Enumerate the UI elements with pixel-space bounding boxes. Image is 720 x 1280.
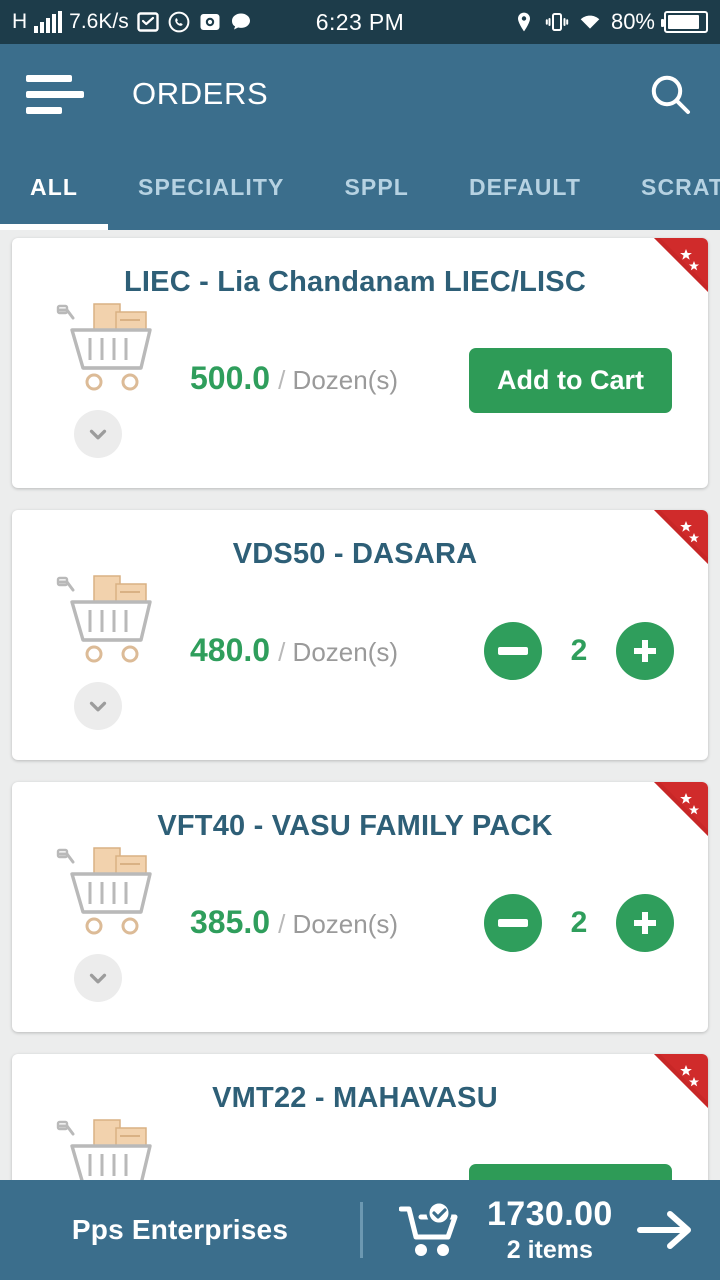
product-title: VDS50 - DASARA	[232, 538, 478, 570]
tab-label: SPECIALITY	[138, 173, 285, 200]
search-icon[interactable]	[646, 70, 694, 118]
increment-quantity-button[interactable]	[616, 622, 674, 680]
unit-separator: /	[278, 909, 286, 939]
tab-label: DEFAULT	[468, 173, 582, 200]
merchant-name: Pps Enterprises	[71, 1214, 289, 1245]
page-title: ORDERS	[132, 76, 269, 111]
product-price: 385.0	[190, 904, 271, 940]
whatsapp-icon	[167, 10, 191, 34]
product-card[interactable]: VFT40 - VASU FAMILY PACK 385.0 / Dozen(s…	[12, 782, 708, 1032]
tab-all[interactable]: ALL	[0, 144, 109, 230]
product-unit: / Dozen(s)	[278, 909, 398, 940]
decrement-quantity-button[interactable]	[484, 894, 542, 952]
tab-scratch[interactable]: SCRATCH	[611, 144, 720, 230]
location-icon	[512, 10, 536, 34]
decrement-quantity-button[interactable]	[484, 622, 542, 680]
cart-total-amount: 1730.00	[487, 1195, 613, 1233]
product-title: VMT22 - MAHAVASU	[212, 1082, 498, 1114]
product-unit: / Dozen(s)	[278, 365, 398, 396]
tab-label: SPPL	[344, 173, 409, 200]
product-card[interactable]: VDS50 - DASARA 480.0 / Dozen(s) 2	[12, 510, 708, 760]
product-title: LIEC - Lia Chandanam LIEC/LISC	[124, 266, 586, 298]
chat-bubble-icon	[229, 10, 253, 34]
status-bar-right: 80%	[512, 9, 708, 35]
quantity-stepper[interactable]: 2	[484, 622, 674, 680]
vibrate-icon	[545, 10, 569, 34]
divider	[360, 1202, 363, 1258]
price-row: 385.0 / Dozen(s)	[190, 904, 398, 941]
cart-check-icon[interactable]	[398, 1200, 461, 1259]
increment-quantity-button[interactable]	[616, 894, 674, 952]
tab-default[interactable]: DEFAULT	[439, 144, 611, 230]
quantity-value: 2	[570, 906, 588, 939]
product-placeholder-cart-icon	[54, 568, 162, 668]
mail-icon	[136, 10, 160, 34]
price-row: 500.0 / Dozen(s)	[190, 360, 398, 397]
arrow-right-icon[interactable]	[636, 1206, 696, 1254]
tab-speciality[interactable]: SPECIALITY	[108, 144, 314, 230]
status-bar: H 7.6K/s 6:23 PM 80%	[0, 0, 720, 44]
status-bar-left: H 7.6K/s	[12, 10, 253, 34]
quantity-value: 2	[570, 634, 588, 667]
unit-separator: /	[278, 365, 286, 395]
price-row: 480.0 / Dozen(s)	[190, 632, 398, 669]
wifi-icon	[578, 10, 602, 34]
cart-item-count: 2 items	[506, 1236, 593, 1264]
product-placeholder-cart-icon	[54, 296, 162, 396]
product-placeholder-cart-icon	[54, 840, 162, 940]
product-price: 480.0	[190, 632, 271, 668]
cart-totals: 1730.00 2 items	[487, 1195, 613, 1265]
camera-icon	[198, 10, 222, 34]
tab-sppl[interactable]: SPPL	[314, 144, 438, 230]
network-type-label: H	[12, 10, 28, 33]
product-unit: / Dozen(s)	[278, 637, 398, 668]
clock-label: 6:23 PM	[315, 8, 405, 35]
signal-bars-icon	[34, 11, 63, 33]
tab-label: SCRATCH	[641, 173, 720, 200]
unit-label: Dozen(s)	[292, 637, 399, 667]
expand-details-chevron-down-icon[interactable]	[74, 410, 122, 458]
unit-separator: /	[278, 637, 286, 667]
unit-label: Dozen(s)	[292, 909, 399, 939]
data-rate-label: 7.6K/s	[69, 10, 129, 33]
expand-details-chevron-down-icon[interactable]	[74, 954, 122, 1002]
app-bar: ORDERS	[0, 44, 720, 144]
cart-summary-bar[interactable]: Pps Enterprises 1730.00 2 items	[0, 1180, 720, 1280]
battery-icon	[661, 11, 708, 33]
product-card[interactable]: LIEC - Lia Chandanam LIEC/LISC 500.0 / D…	[12, 238, 708, 488]
product-price: 500.0	[190, 360, 271, 396]
battery-percent-label: 80%	[610, 9, 655, 34]
expand-details-chevron-down-icon[interactable]	[74, 682, 122, 730]
tab-label: ALL	[30, 173, 79, 200]
quantity-stepper[interactable]: 2	[484, 894, 674, 952]
add-to-cart-button[interactable]: Add to Cart	[469, 348, 672, 413]
tab-bar[interactable]: ALL SPECIALITY SPPL DEFAULT SCRATCH	[0, 144, 720, 230]
app-screen: H 7.6K/s 6:23 PM 80% ORDERS ALL SPECIALI…	[0, 0, 720, 1280]
unit-label: Dozen(s)	[292, 365, 399, 395]
product-list[interactable]: LIEC - Lia Chandanam LIEC/LISC 500.0 / D…	[0, 230, 720, 1280]
hamburger-menu-icon[interactable]	[26, 74, 86, 114]
product-title: VFT40 - VASU FAMILY PACK	[157, 810, 553, 842]
